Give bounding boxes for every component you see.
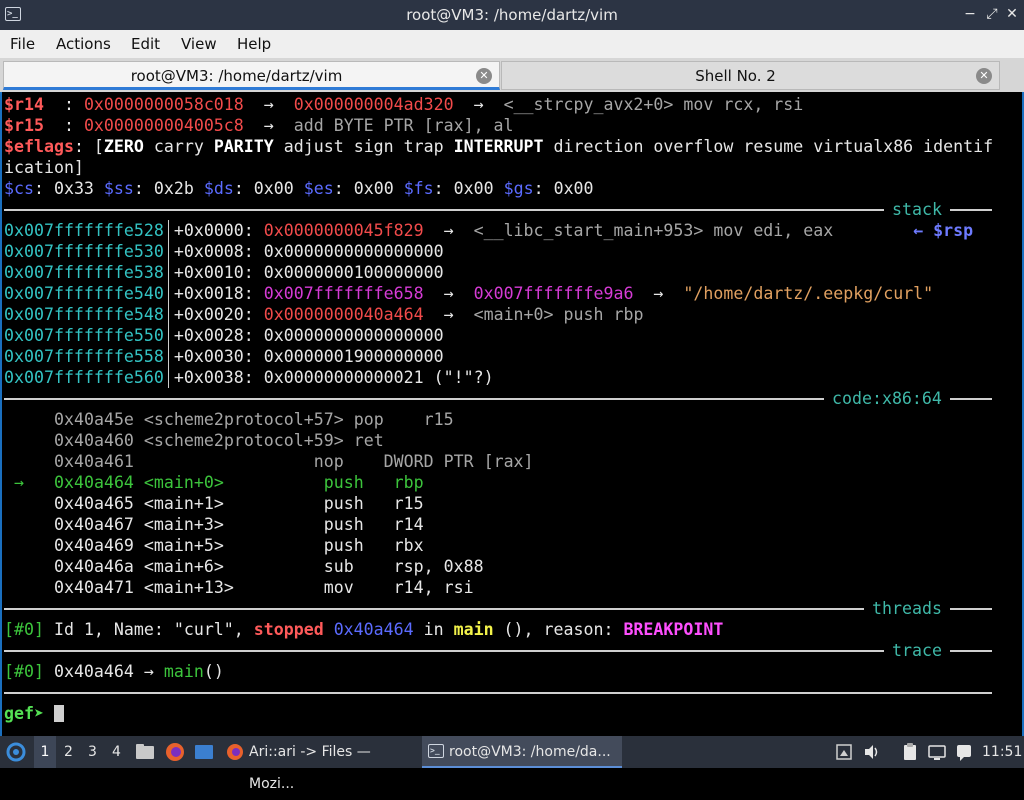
- close-icon[interactable]: ✕: [1004, 5, 1020, 23]
- code-line: 0x40a460 <scheme2protocol+59> ret: [54, 431, 384, 450]
- code-line: 0x40a45e <scheme2protocol+57> pop r15: [54, 410, 454, 429]
- workspace-4[interactable]: 4: [112, 736, 121, 768]
- workspace-3[interactable]: 3: [88, 736, 97, 768]
- window-titlebar[interactable]: >_ root@VM3: /home/dartz/vim − ⤢ ✕: [0, 0, 1024, 30]
- code-line: 0x40a465 <main+1> push r15: [54, 494, 424, 513]
- gef-prompt[interactable]: gef➤: [4, 703, 64, 724]
- stack-row: 0x007fffffffe560 +0x0038: 0x000000000000…: [4, 368, 494, 387]
- tab-label: Shell No. 2: [695, 67, 776, 85]
- menu-view[interactable]: View: [181, 35, 217, 53]
- notification-icon[interactable]: [954, 736, 974, 768]
- terminal-view[interactable]: $r14 : 0x0000000058c018 → 0x000000004ad3…: [0, 92, 1024, 736]
- stack-row: 0x007fffffffe530 +0x0008: 0x000000000000…: [4, 242, 444, 261]
- firefox-icon[interactable]: [164, 736, 186, 768]
- threads-section-label: threads: [864, 598, 950, 619]
- workspace-1[interactable]: 1: [34, 736, 56, 768]
- register-r15: $r15 : 0x000000004005c8 → add BYTE PTR […: [4, 116, 514, 135]
- stack-row: 0x007fffffffe538 +0x0010: 0x000000010000…: [4, 263, 444, 282]
- register-eflags-wrap: ication]: [4, 158, 84, 177]
- menu-edit[interactable]: Edit: [131, 35, 160, 53]
- bottom-separator: [4, 692, 992, 694]
- code-section-label: code:x86:64: [824, 388, 950, 409]
- menu-file[interactable]: File: [10, 35, 35, 53]
- menu-bar: File Actions Edit View Help: [0, 30, 1024, 58]
- tab-shell-2[interactable]: Shell No. 2 ✕: [501, 61, 1000, 90]
- code-line: 0x40a467 <main+3> push r14: [54, 515, 424, 534]
- taskbar: 1 2 3 4 Ari::ari -> Files — Mozi... >_ r…: [0, 736, 1024, 792]
- task-label: root@VM3: /home/da...: [449, 744, 611, 760]
- stack-row: 0x007fffffffe540 +0x0018: 0x007fffffffe6…: [4, 284, 934, 303]
- window-title: root@VM3: /home/dartz/vim: [406, 6, 618, 24]
- trace-separator: [4, 650, 992, 652]
- threads-separator: [4, 608, 992, 610]
- terminal-icon: >_: [428, 744, 444, 758]
- close-tab-icon[interactable]: ✕: [976, 68, 992, 84]
- firefox-icon: [227, 744, 243, 760]
- screenshot-icon[interactable]: [834, 736, 854, 768]
- close-tab-icon[interactable]: ✕: [476, 68, 492, 84]
- stack-section-label: stack: [884, 199, 950, 220]
- stack-row: 0x007fffffffe558 +0x0030: 0x000000190000…: [4, 347, 444, 366]
- menu-actions[interactable]: Actions: [56, 35, 111, 53]
- code-line: 0x40a461 nop DWORD PTR [rax]: [54, 452, 534, 471]
- tab-label: root@VM3: /home/dartz/vim: [130, 67, 343, 85]
- stack-row: 0x007fffffffe548 +0x0020: 0x0000000040a4…: [4, 305, 644, 324]
- network-icon[interactable]: [926, 736, 948, 768]
- menu-help[interactable]: Help: [237, 35, 271, 53]
- clock[interactable]: 11:51: [982, 736, 1022, 768]
- stack-row: 0x007fffffffe528 +0x0000: 0x0000000045f8…: [4, 221, 974, 240]
- code-line: 0x40a46a <main+6> sub rsp, 0x88: [54, 557, 484, 576]
- volume-icon[interactable]: [862, 736, 882, 768]
- trace-row: [#0] 0x40a464 → main(): [4, 662, 224, 681]
- tab-bar: root@VM3: /home/dartz/vim ✕ Shell No. 2 …: [0, 58, 1024, 92]
- start-menu-icon[interactable]: [4, 736, 28, 768]
- current-instruction: 0x40a464 <main+0> push rbp: [54, 473, 424, 492]
- current-instruction-marker: →: [14, 473, 24, 492]
- trace-section-label: trace: [884, 640, 950, 661]
- register-r14: $r14 : 0x0000000058c018 → 0x000000004ad3…: [4, 95, 804, 114]
- task-terminal[interactable]: >_ root@VM3: /home/da...: [422, 736, 622, 768]
- task-label: Ari::ari -> Files — Mozi...: [249, 744, 371, 792]
- stack-separator: [4, 209, 992, 211]
- stack-row: 0x007fffffffe550 +0x0028: 0x000000000000…: [4, 326, 444, 345]
- desktop-icon[interactable]: [193, 736, 215, 768]
- register-eflags: $eflags: [ZERO carry PARITY adjust sign …: [4, 137, 994, 156]
- maximize-icon[interactable]: ⤢: [984, 5, 1000, 23]
- text-cursor: [53, 705, 64, 722]
- clipboard-icon[interactable]: [900, 736, 920, 768]
- code-line: 0x40a469 <main+5> push rbx: [54, 536, 424, 555]
- workspace-2[interactable]: 2: [64, 736, 73, 768]
- segment-registers: $cs: 0x33 $ss: 0x2b $ds: 0x00 $es: 0x00 …: [4, 179, 594, 198]
- code-line: 0x40a471 <main+13> mov r14, rsi: [54, 578, 474, 597]
- file-manager-icon[interactable]: [134, 736, 156, 768]
- task-firefox[interactable]: Ari::ari -> Files — Mozi...: [222, 736, 418, 792]
- thread-row: [#0] Id 1, Name: "curl", stopped 0x40a46…: [4, 620, 724, 639]
- tab-terminal-1[interactable]: root@VM3: /home/dartz/vim ✕: [3, 61, 500, 90]
- minimize-icon[interactable]: −: [962, 5, 978, 23]
